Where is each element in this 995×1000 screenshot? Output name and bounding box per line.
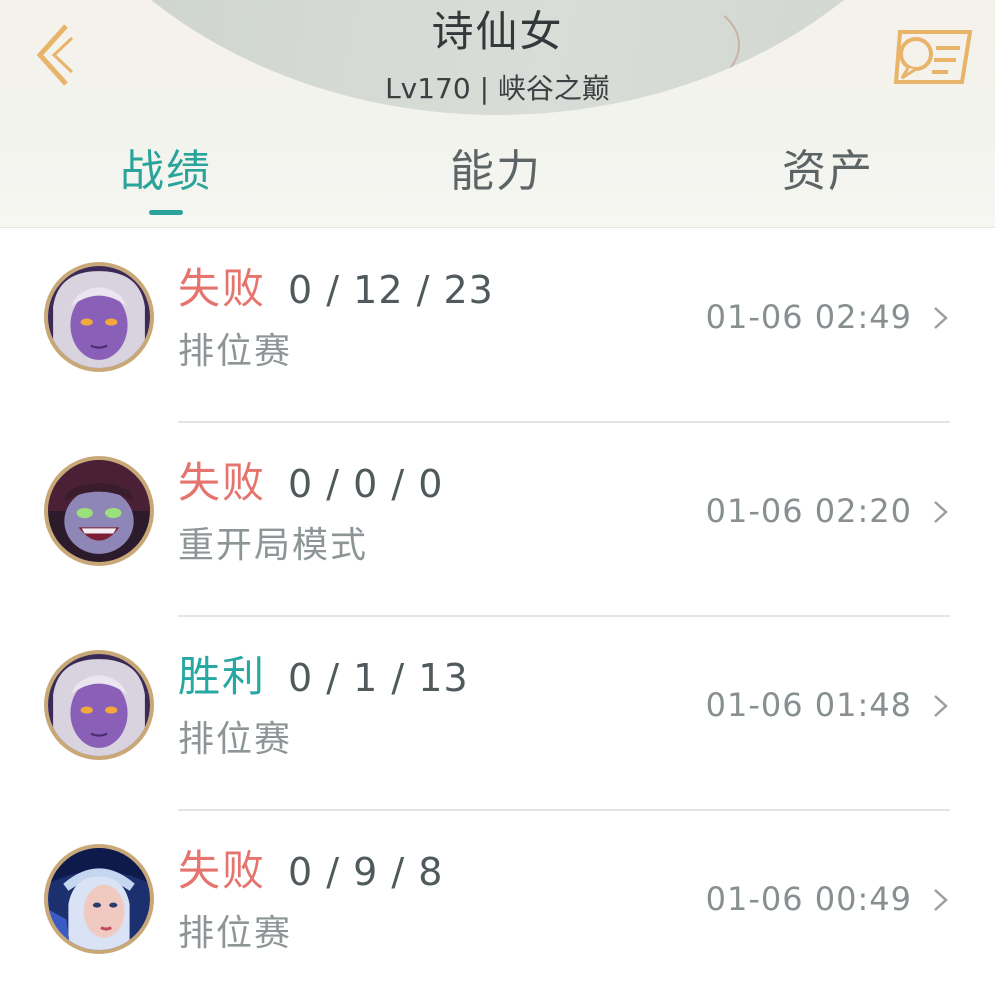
match-time: 01-06 01:48 <box>705 686 912 724</box>
player-level-subtitle: Lv170 | 峡谷之巅 <box>385 72 610 105</box>
tab-ability[interactable]: 能力 <box>396 140 596 204</box>
match-kda: 0 / 9 / 8 <box>288 850 444 894</box>
match-time: 01-06 00:49 <box>705 880 912 918</box>
active-tab-indicator <box>149 210 183 215</box>
page-title: 诗仙女 <box>431 7 564 56</box>
match-result: 胜利 <box>178 652 267 701</box>
match-time: 01-06 02:20 <box>705 492 912 530</box>
match-list: 失败 0 / 12 / 23 排位赛 01-06 02:49 失败 0 / 0 … <box>0 229 995 1000</box>
grinning-champion-avatar <box>44 456 154 566</box>
chevron-right-icon <box>934 889 948 911</box>
match-mode: 排位赛 <box>178 331 293 372</box>
match-result: 失败 <box>178 846 267 895</box>
match-result: 失败 <box>178 458 267 507</box>
match-kda: 0 / 12 / 23 <box>288 268 494 312</box>
match-mode: 重开局模式 <box>178 525 369 566</box>
match-row[interactable]: 胜利 0 / 1 / 13 排位赛 01-06 01:48 <box>0 617 995 811</box>
purple-champion-avatar <box>44 650 154 760</box>
match-kda: 0 / 1 / 13 <box>288 656 469 700</box>
match-time: 01-06 02:49 <box>705 298 912 336</box>
match-row[interactable]: 失败 0 / 9 / 8 排位赛 01-06 00:49 <box>0 811 995 1000</box>
chevron-right-icon <box>934 501 948 523</box>
chevron-right-icon <box>934 307 948 329</box>
purple-champion-avatar <box>44 262 154 372</box>
message-card-icon[interactable] <box>890 24 974 86</box>
match-result: 失败 <box>178 264 267 313</box>
tab-assets[interactable]: 资产 <box>728 140 928 204</box>
match-mode: 排位赛 <box>178 913 293 954</box>
match-row[interactable]: 失败 0 / 12 / 23 排位赛 01-06 02:49 <box>0 229 995 423</box>
profile-header: 诗仙女 Lv170 | 峡谷之巅 战绩 能力 资产 <box>0 0 995 228</box>
tab-record[interactable]: 战绩 <box>66 140 266 204</box>
archer-champion-avatar <box>44 844 154 954</box>
match-mode: 排位赛 <box>178 719 293 760</box>
match-kda: 0 / 0 / 0 <box>288 462 444 506</box>
tab-bar: 战绩 能力 资产 <box>0 140 995 220</box>
match-row[interactable]: 失败 0 / 0 / 0 重开局模式 01-06 02:20 <box>0 423 995 617</box>
chevron-right-icon <box>934 695 948 717</box>
